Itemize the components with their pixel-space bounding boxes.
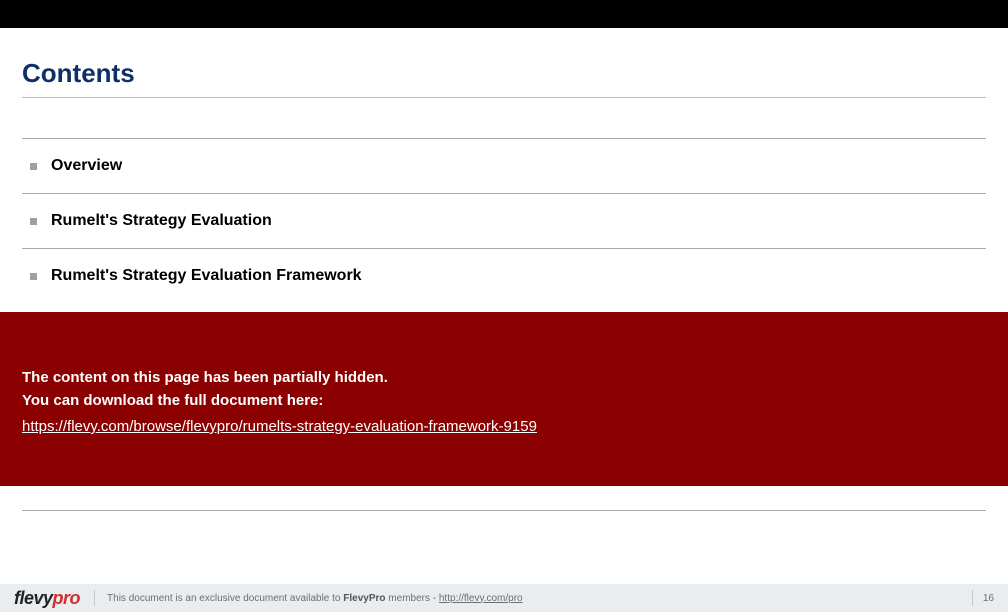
square-bullet-icon <box>30 163 37 170</box>
page-title: Contents <box>22 58 986 89</box>
footer-bar: flevypro This document is an exclusive d… <box>0 584 1008 612</box>
slide-page: Contents Overview Rumelt's Strategy Eval… <box>0 0 1008 612</box>
footer-text-before: This document is an exclusive document a… <box>107 593 343 604</box>
page-number-separator <box>972 590 973 606</box>
toc-item-label: Overview <box>51 157 122 175</box>
toc-item: Rumelt's Strategy Evaluation Framework <box>22 249 986 303</box>
footer-text: This document is an exclusive document a… <box>107 593 523 604</box>
content-area: Contents Overview Rumelt's Strategy Eval… <box>0 28 1008 303</box>
hidden-content-banner: The content on this page has been partia… <box>0 312 1008 486</box>
page-number-area: 16 <box>972 584 994 612</box>
footer-text-after: members - <box>386 593 439 604</box>
logo-text-flevy: flevy <box>14 588 53 609</box>
square-bullet-icon <box>30 273 37 280</box>
square-bullet-icon <box>30 218 37 225</box>
logo-text-pro: pro <box>53 588 81 609</box>
flevypro-logo: flevypro <box>14 588 80 609</box>
toc-item-label: Rumelt's Strategy Evaluation Framework <box>51 267 362 285</box>
footer-separator <box>94 590 95 606</box>
title-divider <box>22 97 986 98</box>
page-number: 16 <box>983 593 994 604</box>
footer-link[interactable]: http://flevy.com/pro <box>439 593 523 604</box>
footer-brand: FlevyPro <box>343 593 385 604</box>
toc-item: Overview <box>22 139 986 193</box>
bottom-divider <box>22 510 986 511</box>
top-black-bar <box>0 0 1008 28</box>
download-link[interactable]: https://flevy.com/browse/flevypro/rumelt… <box>22 418 537 435</box>
toc-item: Rumelt's Strategy Evaluation <box>22 194 986 248</box>
toc-item-label: Rumelt's Strategy Evaluation <box>51 212 272 230</box>
hidden-notice-line1: The content on this page has been partia… <box>22 367 986 390</box>
hidden-notice-line2: You can download the full document here: <box>22 390 986 413</box>
